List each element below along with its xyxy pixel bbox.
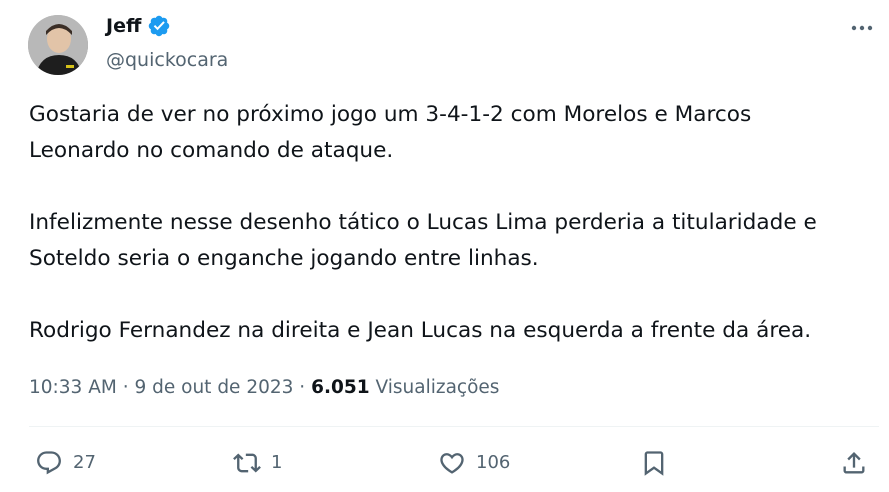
verified-badge-icon bbox=[149, 15, 170, 37]
avatar-image bbox=[28, 15, 88, 75]
retweet-button[interactable]: 1 bbox=[233, 446, 282, 480]
more-horizontal-icon[interactable] bbox=[848, 18, 876, 38]
tweet-card: Jeff @quickocara Gostaria de ver no próx… bbox=[0, 0, 889, 492]
bookmark-icon bbox=[644, 451, 664, 476]
reply-icon bbox=[37, 451, 61, 475]
retweet-count: 1 bbox=[271, 452, 283, 473]
retweet-icon bbox=[233, 453, 261, 473]
author-name-row: Jeff bbox=[106, 14, 171, 38]
views-count: 6.051 bbox=[311, 377, 370, 398]
share-button[interactable] bbox=[840, 446, 868, 480]
tweet-text: Gostaria de ver no próximo jogo um 3-4-1… bbox=[29, 102, 817, 343]
tweet-meta: 10:33 AM · 9 de out de 2023 · 6.051 Visu… bbox=[29, 375, 499, 401]
meta-separator: · bbox=[122, 377, 129, 398]
author-handle[interactable]: @quickocara bbox=[106, 48, 228, 72]
views-label: Visualizações bbox=[375, 377, 500, 398]
avatar[interactable] bbox=[28, 15, 88, 75]
reply-count: 27 bbox=[73, 452, 96, 473]
meta-separator: · bbox=[299, 377, 306, 398]
author-name[interactable]: Jeff bbox=[106, 14, 141, 38]
tweet-date[interactable]: 9 de out de 2023 bbox=[134, 377, 293, 398]
tweet-time[interactable]: 10:33 AM bbox=[29, 377, 117, 398]
divider bbox=[29, 426, 879, 427]
bookmark-button[interactable] bbox=[640, 446, 668, 480]
like-button[interactable]: 106 bbox=[438, 446, 510, 480]
share-icon bbox=[843, 452, 865, 474]
reply-button[interactable]: 27 bbox=[35, 446, 96, 480]
like-count: 106 bbox=[476, 452, 511, 473]
heart-icon bbox=[440, 453, 464, 474]
